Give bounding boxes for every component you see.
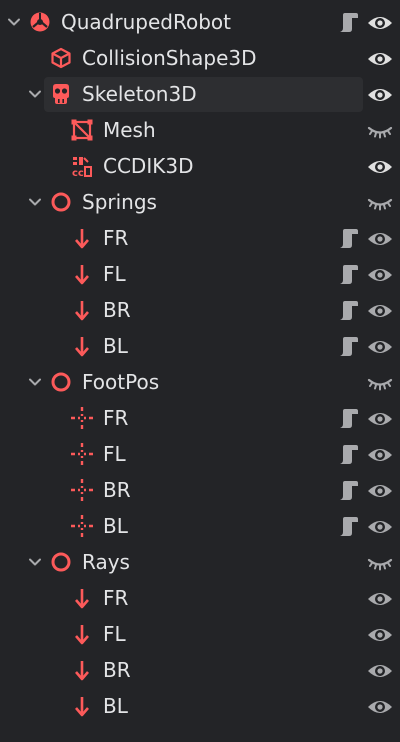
tree-row-label: Skeleton3D [82, 82, 197, 106]
marker-icon [71, 443, 93, 465]
down-arrow-icon [75, 301, 89, 321]
marker-icon [71, 407, 93, 429]
marker-icon [71, 479, 93, 501]
tree-row-rays-fl[interactable]: FL [0, 616, 400, 652]
tree-row-label: FR [103, 226, 129, 250]
eye-icon[interactable] [367, 301, 393, 321]
node3d-circle-icon [51, 192, 71, 212]
tree-row-label: QuadrupedRobot [61, 10, 231, 34]
eye-icon[interactable] [367, 445, 393, 465]
collision-shape-icon [51, 47, 71, 69]
eye-closed-icon[interactable] [367, 195, 393, 215]
script-icon[interactable] [337, 479, 359, 501]
script-icon[interactable] [337, 11, 359, 33]
tree-row-rays-br[interactable]: BR [0, 652, 400, 688]
tree-row-label: CollisionShape3D [82, 46, 257, 70]
ccdik-icon: cc [72, 157, 92, 177]
tree-row-label: CCDIK3D [103, 154, 194, 178]
tree-row-footpos-bl[interactable]: BL [0, 508, 400, 544]
tree-row-springs-fl[interactable]: FL [0, 256, 400, 292]
chevron-down-icon[interactable] [28, 87, 42, 101]
eye-icon[interactable] [367, 409, 393, 429]
tree-row-label: FL [103, 442, 126, 466]
tree-row-label: FL [103, 622, 126, 646]
tree-row-springs-fr[interactable]: FR [0, 220, 400, 256]
eye-icon[interactable] [367, 157, 393, 177]
eye-closed-icon[interactable] [367, 555, 393, 575]
tree-row-label: Mesh [103, 118, 156, 142]
tree-row-label: BL [103, 514, 128, 538]
tree-row-footpos-fr[interactable]: FR [0, 400, 400, 436]
eye-icon[interactable] [367, 337, 393, 357]
script-icon[interactable] [337, 263, 359, 285]
tree-row-label: BL [103, 334, 128, 358]
skeleton-icon [53, 84, 69, 104]
eye-icon[interactable] [367, 589, 393, 609]
tree-row-label: BR [103, 298, 131, 322]
tree-row-label: FR [103, 586, 129, 610]
tree-row-rays[interactable]: Rays [0, 544, 400, 580]
tree-row-label: FootPos [82, 370, 160, 394]
chevron-down-icon[interactable] [28, 195, 42, 209]
eye-icon[interactable] [367, 85, 393, 105]
tree-row-rays-fr[interactable]: FR [0, 580, 400, 616]
tree-row-ccdik3d[interactable]: cc CCDIK3D [0, 148, 400, 184]
script-icon[interactable] [337, 299, 359, 321]
tree-row-label: FL [103, 262, 126, 286]
tree-row-mesh[interactable]: Mesh [0, 112, 400, 148]
eye-icon[interactable] [367, 661, 393, 681]
tree-row-collisionshape3d[interactable]: CollisionShape3D [0, 40, 400, 76]
eye-closed-icon[interactable] [367, 375, 393, 395]
chevron-down-icon[interactable] [7, 15, 21, 29]
eye-icon[interactable] [367, 49, 393, 69]
down-arrow-icon [75, 337, 89, 357]
tree-row-footpos-br[interactable]: BR [0, 472, 400, 508]
down-arrow-icon [75, 625, 89, 645]
marker-icon [71, 515, 93, 537]
tree-row-springs-br[interactable]: BR [0, 292, 400, 328]
tree-row-footpos[interactable]: FootPos [0, 364, 400, 400]
tree-row-label: BR [103, 658, 131, 682]
eye-icon[interactable] [367, 265, 393, 285]
down-arrow-icon [75, 265, 89, 285]
eye-closed-icon[interactable] [367, 123, 393, 143]
tree-row-springs-bl[interactable]: BL [0, 328, 400, 364]
mesh-icon [71, 119, 93, 141]
node3d-circle-icon [51, 552, 71, 572]
eye-icon[interactable] [367, 697, 393, 717]
eye-icon[interactable] [367, 517, 393, 537]
eye-icon[interactable] [367, 481, 393, 501]
chevron-down-icon[interactable] [28, 375, 42, 389]
tree-row-rays-bl[interactable]: BL [0, 688, 400, 724]
script-icon[interactable] [337, 407, 359, 429]
script-icon[interactable] [337, 443, 359, 465]
tree-row-skeleton3d[interactable]: Skeleton3D [0, 76, 400, 112]
tree-row-label: Rays [82, 550, 130, 574]
scene-tree: QuadrupedRobot CollisionShape3D Skeleton… [0, 4, 400, 724]
eye-icon[interactable] [367, 229, 393, 249]
tree-row-label: BR [103, 478, 131, 502]
eye-icon[interactable] [367, 13, 393, 33]
eye-icon[interactable] [367, 625, 393, 645]
down-arrow-icon [75, 229, 89, 249]
node3d-circle-icon [51, 372, 71, 392]
tree-row-label: Springs [82, 190, 157, 214]
tree-row-label: FR [103, 406, 129, 430]
robot-node-icon [30, 12, 50, 32]
script-icon[interactable] [337, 335, 359, 357]
tree-row-springs[interactable]: Springs [0, 184, 400, 220]
script-icon[interactable] [337, 227, 359, 249]
chevron-down-icon[interactable] [28, 555, 42, 569]
tree-row-label: BL [103, 694, 128, 718]
tree-row-footpos-fl[interactable]: FL [0, 436, 400, 472]
tree-row-quadrupedrobot[interactable]: QuadrupedRobot [0, 4, 400, 40]
down-arrow-icon [75, 697, 89, 717]
down-arrow-icon [75, 589, 89, 609]
down-arrow-icon [75, 661, 89, 681]
script-icon[interactable] [337, 515, 359, 537]
svg-text:cc: cc [72, 168, 84, 177]
